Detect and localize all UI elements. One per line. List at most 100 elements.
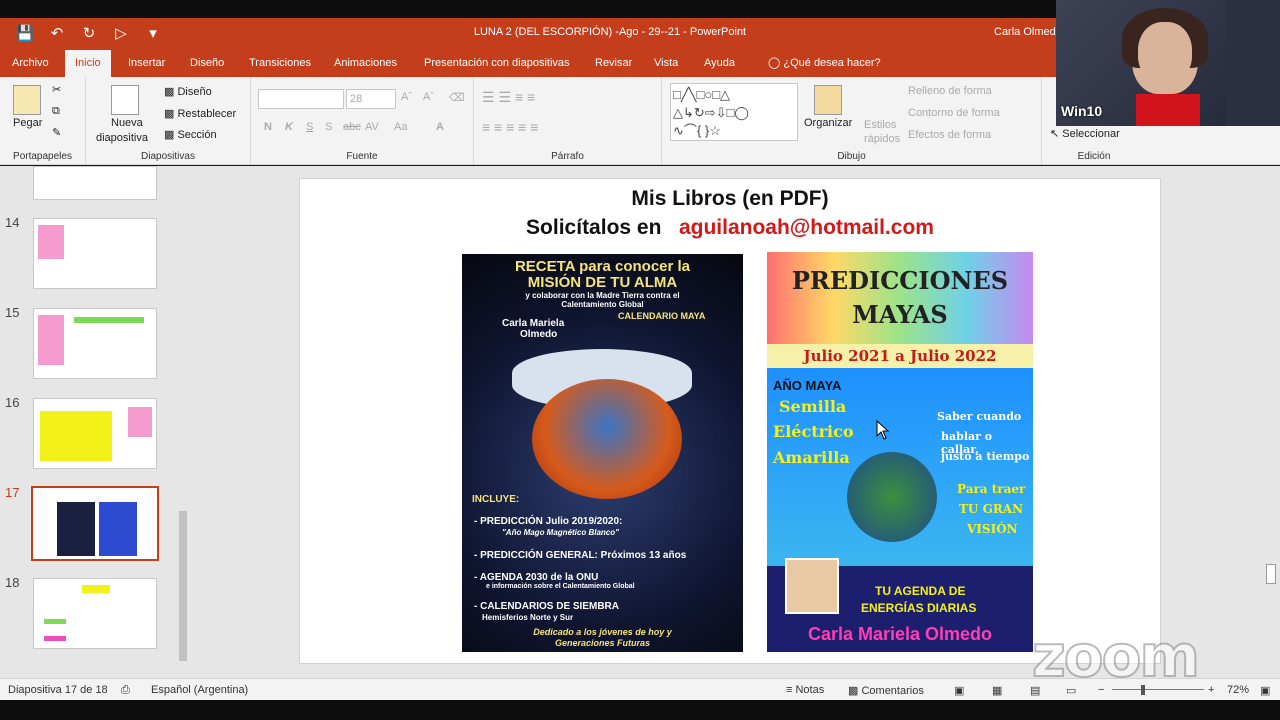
group-fuente: 28 Aˆ Aˇ ⌫ N K S S abc AV Aa A Fuente: [251, 77, 474, 165]
accessibility-icon[interactable]: ⎙: [121, 684, 130, 697]
copy-icon[interactable]: ⧉: [52, 105, 60, 118]
shrink-font-icon[interactable]: Aˇ: [423, 91, 434, 103]
book-cover-receta[interactable]: RECETA para conocer la MISIÓN DE TU ALMA…: [462, 254, 743, 652]
book2-seed2: Eléctrico: [773, 422, 854, 441]
thumbnail-scrollbar[interactable]: [176, 166, 190, 678]
slide-subtitle[interactable]: Solicítalos en aguilanoah@hotmail.com: [300, 216, 1160, 240]
bold-button[interactable]: N: [264, 121, 272, 133]
screen-bottom-bar: [0, 700, 1280, 720]
shape-effects-button[interactable]: Efectos de forma: [908, 129, 991, 141]
case-button[interactable]: Aa: [394, 121, 407, 133]
slide-thumbnail-15[interactable]: [33, 308, 157, 379]
email-address: aguilanoah@hotmail.com: [678, 216, 934, 239]
section-button[interactable]: ▩ Sección: [164, 128, 217, 141]
notes-icon: ≡: [786, 684, 793, 696]
tab-revisar[interactable]: Revisar: [585, 50, 642, 77]
slide-thumbnail-14[interactable]: [33, 218, 157, 289]
underline-button[interactable]: S: [306, 121, 313, 133]
comments-button[interactable]: ▩ Comentarios: [848, 684, 924, 697]
group-label-diapositivas: Diapositivas: [141, 151, 195, 162]
bullets-icon[interactable]: ☰ ☰ ≡ ≡: [482, 89, 535, 106]
group-dibujo: □╱╲□○□△ △↳↻⇨⇩□◯ ∿⌒{ }☆ Organizar Estilos r…: [662, 77, 1042, 165]
group-label-fuente: Fuente: [346, 151, 378, 162]
canvas-scrollbar[interactable]: [1262, 166, 1280, 678]
shapes-gallery[interactable]: □╱╲□○□△ △↳↻⇨⇩□◯ ∿⌒{ }☆: [670, 83, 798, 141]
participant-shirt: [1136, 94, 1200, 126]
webcam-background: [1226, 0, 1280, 126]
book1-item1: - PREDICCIÓN Julio 2019/2020:: [474, 516, 623, 527]
format-painter-icon[interactable]: ✎: [52, 126, 61, 139]
tab-inicio[interactable]: Inicio: [65, 50, 111, 77]
participant-face-front: [1138, 22, 1192, 84]
fit-slide-icon[interactable]: ▣: [1260, 684, 1270, 697]
cut-icon[interactable]: ✂: [52, 83, 61, 96]
current-slide[interactable]: Mis Libros (en PDF) Solicítalos en aguil…: [299, 178, 1161, 664]
tab-animaciones[interactable]: Animaciones: [324, 50, 407, 77]
tab-ayuda[interactable]: Ayuda: [694, 50, 745, 77]
tab-vista[interactable]: Vista: [644, 50, 688, 77]
align-icons[interactable]: ≡ ≡ ≡ ≡ ≡: [482, 119, 538, 135]
reset-button[interactable]: ▩ Restablecer: [164, 107, 236, 120]
new-slide-icon[interactable]: [111, 85, 139, 115]
book1-item2: - PREDICCIÓN GENERAL: Próximos 13 años: [474, 550, 687, 561]
notes-label: Notas: [795, 684, 825, 696]
tab-transiciones[interactable]: Transiciones: [239, 50, 321, 77]
book2-title1: PREDICCIONES: [791, 266, 1009, 295]
arrange-button[interactable]: Organizar: [804, 117, 852, 129]
book2-vision2: TU GRAN: [959, 502, 1024, 516]
book-cover-predicciones[interactable]: PREDICCIONES MAYAS Julio 2021 a Julio 20…: [767, 252, 1033, 652]
thumbnail-scroll-thumb[interactable]: [179, 511, 187, 661]
paste-button[interactable]: Pegar: [13, 117, 42, 129]
clear-format-icon[interactable]: ⌫: [449, 91, 465, 104]
italic-button[interactable]: K: [285, 121, 293, 133]
select-button[interactable]: ↖ Seleccionar: [1050, 127, 1120, 140]
quick-styles-label-2[interactable]: rápidos: [864, 133, 900, 145]
notes-button[interactable]: ≡ Notas: [786, 684, 824, 696]
strike-button[interactable]: abc: [343, 121, 361, 133]
book1-item1b: "Año Mago Magnético Blanco": [502, 528, 619, 537]
sorter-view-icon[interactable]: ▦: [992, 684, 1002, 697]
book1-author1: Carla Mariela: [502, 318, 565, 329]
book2-author-photo: [785, 558, 839, 614]
tab-archivo[interactable]: Archivo: [2, 50, 59, 77]
quick-styles-label-1[interactable]: Estilos: [864, 119, 896, 131]
grow-font-icon[interactable]: Aˆ: [401, 91, 412, 103]
language-status[interactable]: Español (Argentina): [151, 684, 248, 696]
shape-outline-button[interactable]: Contorno de forma: [908, 107, 1000, 119]
font-size-input[interactable]: 28: [346, 89, 396, 109]
group-label-portapapeles: Portapapeles: [13, 151, 72, 162]
book2-dates: Julio 2021 a Julio 2022: [803, 347, 997, 365]
slide-thumbnail-18[interactable]: [33, 578, 157, 649]
font-name-input[interactable]: [258, 89, 344, 109]
powerpoint-window: 💾 ↶ ↻ ▷ ▾ LUNA 2 (DEL ESCORPIÓN) -Ago - …: [0, 0, 1280, 720]
zoom-in-icon[interactable]: +: [1208, 684, 1214, 696]
group-label-edicion: Edición: [1077, 151, 1111, 162]
paste-icon[interactable]: [13, 85, 41, 115]
book1-item4: - CALENDARIOS DE SIEMBRA: [474, 601, 620, 612]
tab-presentacion[interactable]: Presentación con diapositivas: [414, 50, 580, 77]
slide-thumbnail-16[interactable]: [33, 398, 157, 469]
tab-insertar[interactable]: Insertar: [118, 50, 175, 77]
book1-item3: - AGENDA 2030 de la ONU: [474, 572, 599, 583]
shape-fill-button[interactable]: Relleno de forma: [908, 85, 992, 97]
slide-title[interactable]: Mis Libros (en PDF): [300, 187, 1160, 211]
tab-diseno[interactable]: Diseño: [180, 50, 234, 77]
normal-view-icon[interactable]: ▣: [954, 684, 964, 697]
spacing-button[interactable]: AV: [365, 121, 379, 133]
zoom-watermark: zoom: [1031, 621, 1201, 691]
slide-thumbnail-17[interactable]: [31, 486, 159, 561]
font-color-icon[interactable]: A: [436, 121, 444, 133]
new-slide-label-2[interactable]: diapositiva: [96, 132, 148, 144]
slide-thumbnail-13[interactable]: [33, 166, 157, 200]
arrange-icon[interactable]: [814, 85, 842, 115]
book1-sub1: y colaborar con la Madre Tierra contra e…: [525, 291, 680, 300]
lightbulb-icon: ◯: [768, 57, 781, 69]
book1-footer2: Generaciones Futuras: [554, 638, 651, 648]
zoom-level[interactable]: 72%: [1227, 684, 1249, 696]
canvas-scroll-thumb[interactable]: [1266, 564, 1276, 584]
shadow-button[interactable]: S: [325, 121, 332, 133]
user-name[interactable]: Carla Olmed: [994, 26, 1056, 38]
new-slide-label-1[interactable]: Nueva: [111, 117, 143, 129]
tell-me-search[interactable]: ◯ ¿Qué desea hacer?: [758, 50, 891, 77]
layout-button[interactable]: ▩ Diseño: [164, 85, 212, 98]
